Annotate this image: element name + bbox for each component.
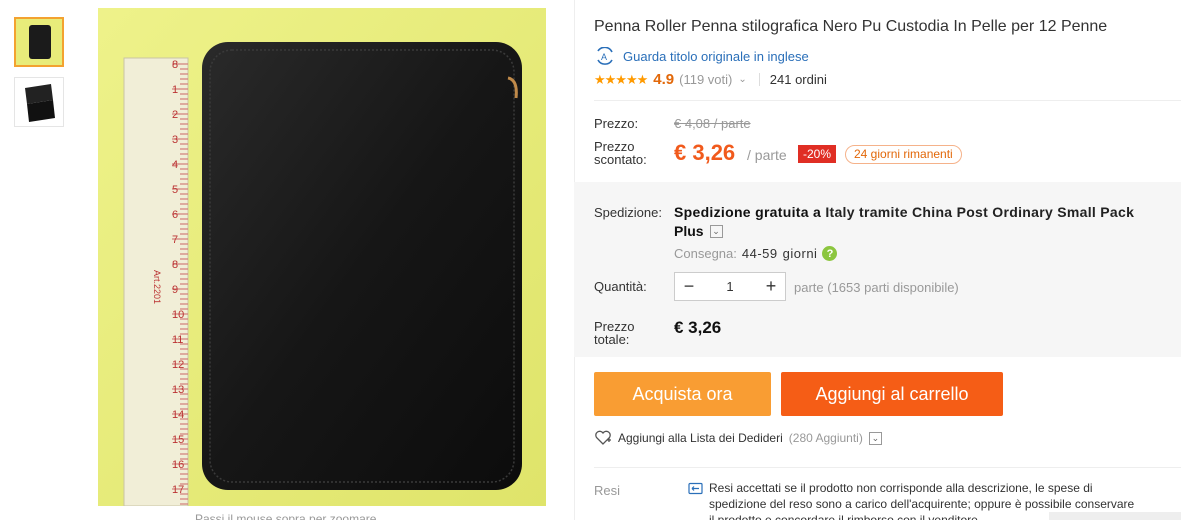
rating-value: 4.9 — [653, 71, 675, 88]
thumbnail-2-image — [15, 78, 63, 126]
divider — [594, 100, 1181, 101]
delivery-label: Consegna: — [674, 246, 737, 261]
shipping-method: Spedizione gratuita a Italy tramite Chin… — [674, 204, 1134, 220]
ruler-number: 17 — [172, 484, 184, 496]
separator — [758, 73, 760, 86]
discount-price-label-2: scontato: — [594, 152, 647, 167]
ruler-number: 11 — [172, 334, 183, 346]
ruler-number: 13 — [172, 384, 184, 396]
image-caption: Passi il mouse sopra per zoomare — [195, 512, 377, 520]
quantity-stepper: − 1 + — [674, 272, 786, 301]
add-to-cart-button[interactable]: Aggiungi al carrello — [781, 372, 1003, 416]
ruler-number: 12 — [172, 359, 184, 371]
thumbnail-2[interactable] — [14, 77, 64, 127]
ruler-number: 2 — [172, 109, 178, 121]
translate-icon: A — [597, 47, 613, 65]
delivery-days: 44-59 — [741, 246, 778, 261]
thumbnail-1[interactable] — [14, 17, 64, 67]
quantity-availability: parte (1653 parti disponibile) — [794, 280, 959, 295]
ruler-number: 14 — [172, 409, 184, 421]
translate-link[interactable]: A Guarda titolo originale in inglese — [594, 47, 809, 65]
delivery-estimate: Consegna: 44-59 giorni ? — [674, 246, 838, 261]
rating-row: ★★★★★ 4.9 (119 voti) ⌄ 241 ordini — [594, 71, 827, 88]
shipping-route-text: Italy tramite China Post Ordinary Small … — [825, 204, 1135, 220]
chevron-down-icon[interactable]: ⌄ — [738, 74, 746, 85]
quantity-label: Quantità: — [594, 279, 647, 294]
total-price: € 3,26 — [674, 318, 722, 337]
translate-link-label: Guarda titolo originale in inglese — [623, 48, 809, 64]
ruler-number: 5 — [172, 184, 178, 196]
ruler-number: 10 — [172, 309, 184, 321]
ruler-number: 3 — [172, 134, 178, 146]
ruler-number: 16 — [172, 459, 184, 471]
votes-count[interactable]: (119 voti) — [679, 72, 732, 87]
quantity-input[interactable]: 1 — [703, 273, 757, 300]
main-product-image[interactable]: 8123456789101112131415161718Art.2201 — [98, 8, 546, 506]
buy-now-button[interactable]: Acquista ora — [594, 372, 771, 416]
wishlist-label: Aggiungi alla Lista dei Dedideri — [618, 431, 783, 445]
shipping-label: Spedizione: — [594, 205, 662, 220]
ruler-number: 1 — [172, 84, 178, 96]
ruler-label: Art.2201 — [152, 270, 162, 304]
orders-count: 241 ordini — [769, 72, 827, 87]
wishlist-count: (280 Aggiunti) — [788, 431, 863, 445]
price-unit: / parte — [747, 147, 787, 163]
help-icon[interactable]: ? — [822, 246, 838, 261]
original-price: € 4,08 / parte — [674, 116, 751, 131]
thumbnail-1-image — [16, 19, 62, 65]
ruler-number: 15 — [172, 434, 184, 446]
svg-text:A: A — [601, 52, 607, 62]
shipping-method-line2[interactable]: Plus ⌄ — [674, 223, 723, 239]
ruler-number: 6 — [172, 209, 178, 221]
chevron-down-icon[interactable]: ⌄ — [868, 431, 882, 445]
product-title: Penna Roller Penna stilografica Nero Pu … — [594, 18, 1108, 35]
price-label: Prezzo: — [594, 116, 639, 131]
chevron-down-icon[interactable]: ⌄ — [709, 224, 723, 238]
divider — [594, 467, 1181, 468]
shipping-plus-text: Plus — [674, 223, 704, 239]
shipping-free-text: Spedizione gratuita a — [674, 204, 822, 220]
discounted-price: € 3,26 — [674, 140, 736, 165]
wishlist-row[interactable]: Aggiungi alla Lista dei Dedideri (280 Ag… — [594, 430, 882, 446]
minus-icon[interactable]: − — [675, 273, 703, 300]
days-remaining-badge: 24 giorni rimanenti — [845, 145, 962, 164]
plus-icon[interactable]: + — [757, 273, 785, 300]
heart-plus-icon — [595, 430, 611, 445]
ruler-number: 8 — [172, 59, 178, 71]
ruler-number: 7 — [172, 234, 178, 246]
rating-stars: ★★★★★ — [594, 71, 648, 87]
ruler-number: 9 — [172, 284, 178, 296]
ruler-number: 8 — [172, 259, 178, 271]
returns-label: Resi — [594, 483, 621, 498]
ruler-number: 4 — [172, 159, 178, 171]
returns-icon — [688, 482, 703, 495]
total-label-2: totale: — [594, 332, 630, 347]
footer-strip — [1049, 512, 1181, 520]
delivery-unit: giorni — [782, 246, 818, 261]
discount-badge: -20% — [798, 145, 837, 163]
